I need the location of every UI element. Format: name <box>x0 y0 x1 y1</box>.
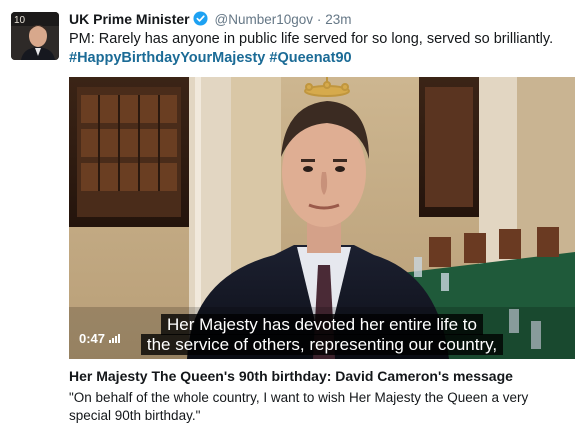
volume-bars-icon <box>109 334 121 343</box>
video-subtitles: Her Majesty has devoted her entire life … <box>69 314 575 355</box>
avatar-image: 10 <box>11 12 59 60</box>
author-name[interactable]: UK Prime Minister <box>69 11 190 27</box>
tweet-hashtags: #HappyBirthdayYourMajesty #Queenat90 <box>69 49 579 68</box>
subtitle-line: Her Majesty has devoted her entire life … <box>161 314 483 335</box>
card-description: "On behalf of the whole country, I want … <box>69 390 529 423</box>
subtitle-line: the service of others, representing our … <box>140 334 504 355</box>
duration-label: 0:47 <box>79 331 106 346</box>
card-title[interactable]: Her Majesty The Queen's 90th birthday: D… <box>69 368 513 384</box>
tweet-timestamp[interactable]: 23m <box>325 12 351 27</box>
meta-separator: · <box>316 12 322 27</box>
tweet-header: UK Prime Minister @Number10gov · 23m <box>69 10 352 30</box>
avatar-door-number: 10 <box>14 15 26 26</box>
avatar[interactable]: 10 <box>11 12 59 60</box>
verified-badge-icon <box>193 11 208 30</box>
video-duration: 0:47 <box>79 331 121 346</box>
tweet-text: PM: Rarely has anyone in public life ser… <box>69 30 579 68</box>
hashtag-link[interactable]: #Queenat90 <box>269 50 351 66</box>
hashtag-link[interactable]: #HappyBirthdayYourMajesty <box>69 50 265 66</box>
author-handle[interactable]: @Number10gov <box>214 12 313 27</box>
video-player[interactable]: Her Majesty has devoted her entire life … <box>69 77 575 359</box>
tweet-body: PM: Rarely has anyone in public life ser… <box>69 31 554 47</box>
